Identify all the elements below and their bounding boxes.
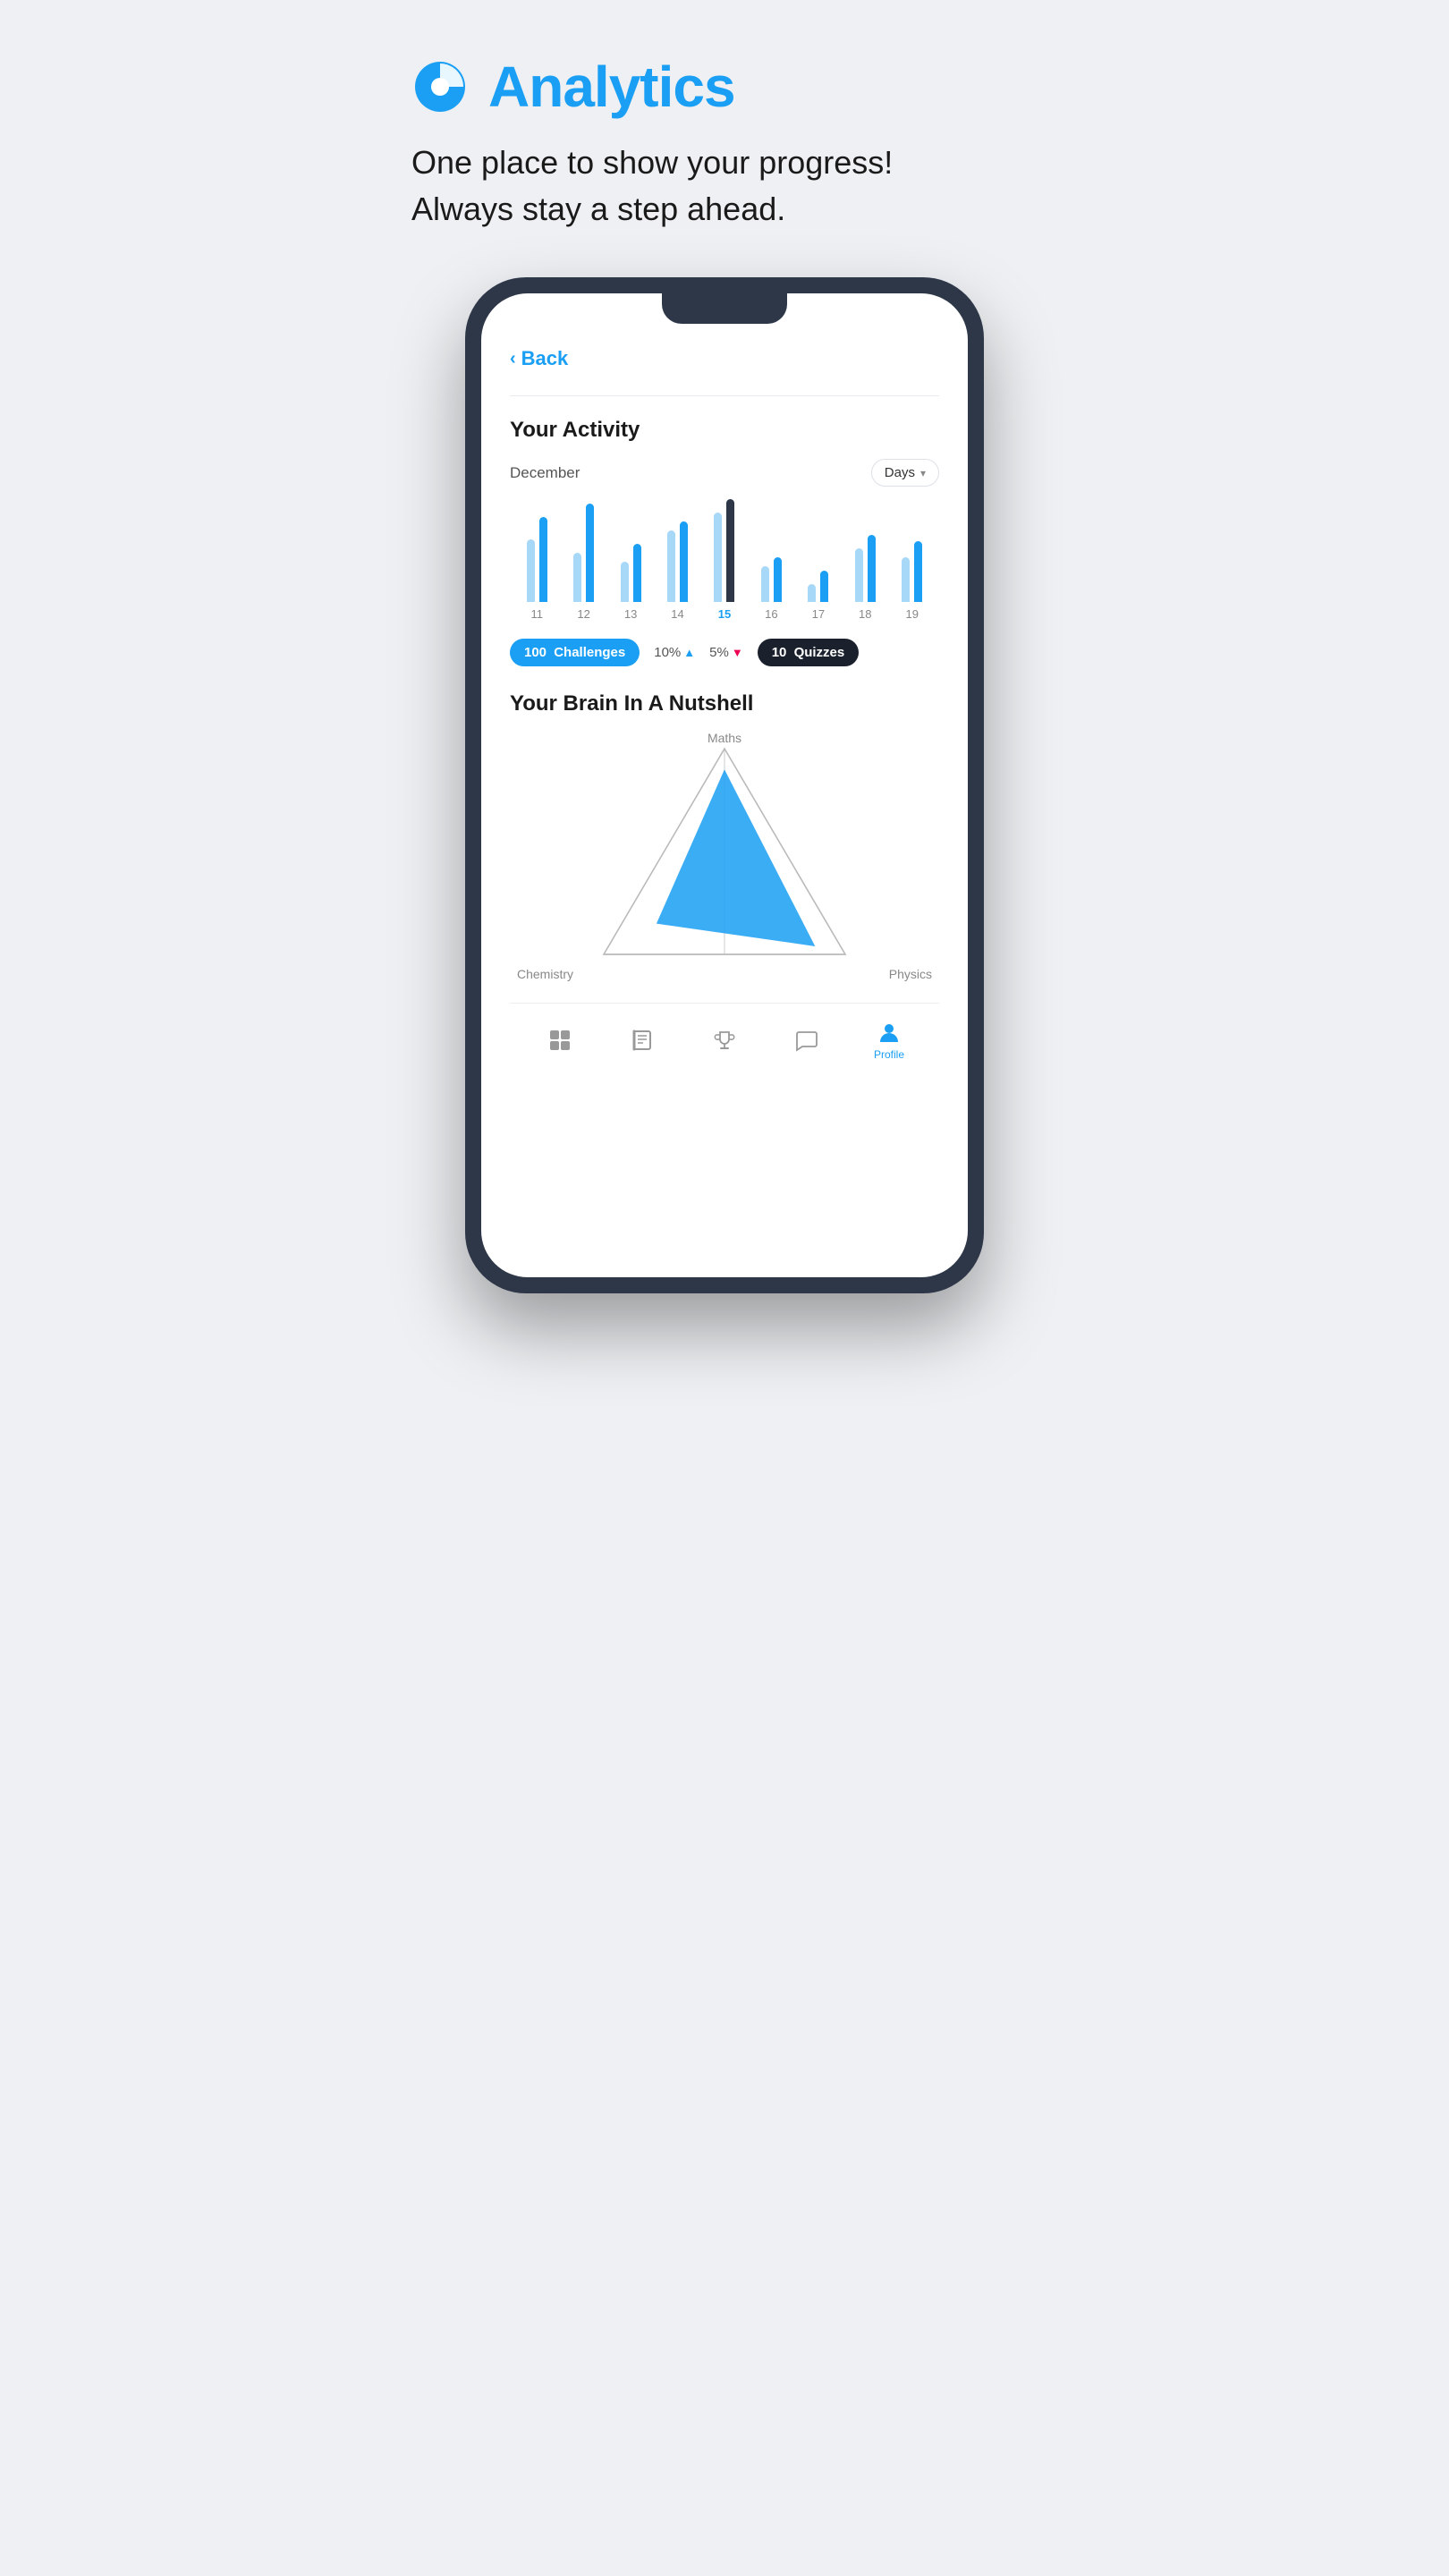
bar-group-11: 11 <box>513 495 560 621</box>
bar-group-18: 18 <box>842 495 888 621</box>
nav-label-profile: Profile <box>874 1048 904 1061</box>
bar-label-16: 16 <box>765 607 777 621</box>
bar-light-12 <box>573 553 581 602</box>
bar-group-12: 12 <box>560 495 606 621</box>
bar-group-19: 19 <box>889 495 936 621</box>
arrow-down-icon: ▼ <box>732 646 743 659</box>
brain-title: Your Brain In A Nutshell <box>510 691 939 716</box>
bar-light-15 <box>714 513 722 602</box>
bar-label-12: 12 <box>577 607 589 621</box>
radar-label-physics: Physics <box>889 967 932 981</box>
back-button[interactable]: ‹ Back <box>510 347 939 370</box>
nav-item-chat[interactable] <box>766 1028 848 1053</box>
radar-label-chemistry: Chemistry <box>517 967 573 981</box>
radar-chart-container: Maths Chemistry Physics <box>510 731 939 981</box>
stats-row: 100 Challenges 10% ▲ 5% ▼ 10 <box>510 639 939 666</box>
bar-group-14: 14 <box>654 495 700 621</box>
book-icon <box>630 1028 655 1053</box>
divider <box>510 395 939 396</box>
title-row: Analytics <box>411 54 1038 120</box>
chevron-down-icon: ▾ <box>920 467 926 479</box>
bar-dark-11 <box>539 517 547 602</box>
bar-light-18 <box>855 548 863 602</box>
analytics-icon <box>411 58 469 115</box>
bar-dark-16 <box>774 557 782 602</box>
nav-item-profile[interactable]: Profile <box>848 1020 930 1061</box>
bar-dark-14 <box>680 521 688 602</box>
bar-group-15: 15 <box>701 495 748 621</box>
header-section: Analytics One place to show your progres… <box>411 54 1038 233</box>
bar-light-11 <box>527 539 535 602</box>
bar-light-19 <box>902 557 910 602</box>
stat-change-up: 10% ▲ <box>654 645 695 660</box>
page-title: Analytics <box>488 54 735 120</box>
bar-group-17: 17 <box>795 495 842 621</box>
challenges-badge: 100 Challenges <box>510 639 640 666</box>
days-dropdown[interactable]: Days ▾ <box>871 459 939 487</box>
stat-change-down: 5% ▼ <box>709 645 743 660</box>
phone-screen: ‹ Back Your Activity December Days ▾ <box>481 293 968 1277</box>
radar-label-maths: Maths <box>708 731 741 745</box>
bar-light-14 <box>667 530 675 602</box>
profile-icon <box>877 1020 902 1045</box>
bar-group-13: 13 <box>607 495 654 621</box>
bar-chart: 11 12 <box>510 504 939 621</box>
bar-light-16 <box>761 566 769 602</box>
nav-item-home[interactable] <box>519 1028 601 1053</box>
back-chevron-icon: ‹ <box>510 349 516 369</box>
radar-chart <box>586 731 863 981</box>
bar-label-11: 11 <box>530 607 543 621</box>
bar-light-13 <box>621 562 629 602</box>
bar-dark-12 <box>586 504 594 602</box>
activity-section: Your Activity December Days ▾ <box>510 418 939 666</box>
brain-section: Your Brain In A Nutshell <box>510 691 939 981</box>
bar-light-17 <box>808 584 816 602</box>
bar-dark-19 <box>914 541 922 602</box>
phone-mockup: ‹ Back Your Activity December Days ▾ <box>465 277 984 1293</box>
grid-icon <box>547 1028 572 1053</box>
bar-label-17: 17 <box>812 607 825 621</box>
subtitle: One place to show your progress! Always … <box>411 140 1038 233</box>
bottom-nav: Profile <box>510 1003 939 1082</box>
phone-outer: ‹ Back Your Activity December Days ▾ <box>465 277 984 1293</box>
month-label: December <box>510 464 580 482</box>
quizzes-badge: 10 Quizzes <box>758 639 860 666</box>
bar-label-15: 15 <box>718 607 731 621</box>
bar-label-13: 13 <box>624 607 637 621</box>
bar-label-18: 18 <box>859 607 871 621</box>
bar-dark-15 <box>726 499 734 602</box>
bar-dark-17 <box>820 571 828 602</box>
arrow-up-icon: ▲ <box>683 646 695 659</box>
activity-title: Your Activity <box>510 418 939 443</box>
nav-item-trophy[interactable] <box>683 1028 766 1053</box>
activity-header: December Days ▾ <box>510 459 939 487</box>
bar-dark-13 <box>633 544 641 602</box>
bar-group-16: 16 <box>748 495 794 621</box>
trophy-icon <box>712 1028 737 1053</box>
bar-label-14: 14 <box>671 607 683 621</box>
bar-label-19: 19 <box>905 607 918 621</box>
phone-notch <box>662 293 787 324</box>
nav-item-books[interactable] <box>601 1028 683 1053</box>
chat-icon <box>794 1028 819 1053</box>
bar-dark-18 <box>868 535 876 602</box>
